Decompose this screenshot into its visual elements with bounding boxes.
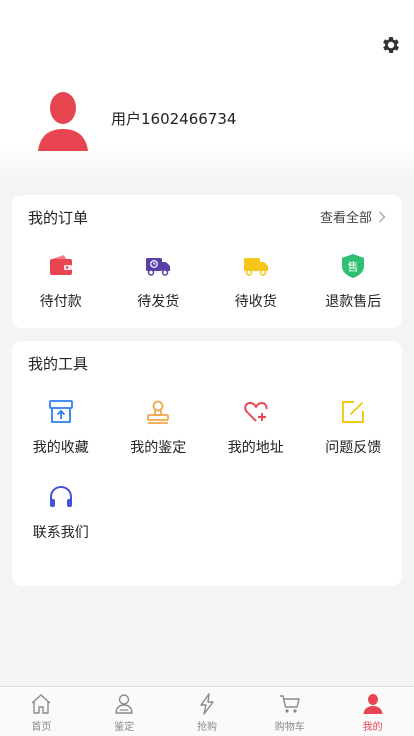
tools-grid-row: 我的收藏 我的鉴定 我的地址 问题反馈	[12, 399, 402, 457]
tab-flash-sale[interactable]: 抢购	[166, 687, 249, 736]
tools-grid-row: 联系我们	[12, 484, 402, 542]
tool-address[interactable]: 我的地址	[207, 399, 305, 457]
order-status-grid: 待付款 待发货 待收货 售 退款售后	[12, 253, 402, 311]
order-item-label: 待发货	[137, 294, 180, 310]
order-pending-payment[interactable]: 待付款	[12, 253, 110, 311]
tab-label: 购物车	[274, 722, 305, 733]
delivery-truck-icon	[146, 258, 171, 276]
gear-icon[interactable]	[380, 34, 402, 56]
my-tools-card: 我的工具 我的收藏 我的鉴定 我的地址 问题反馈 联系我们	[12, 341, 402, 586]
tool-item-label: 问题反馈	[325, 440, 382, 456]
avatar[interactable]	[38, 91, 88, 151]
order-item-label: 待付款	[39, 294, 82, 310]
tab-label: 我的	[362, 722, 383, 733]
chevron-right-icon	[379, 211, 386, 222]
view-all-label: 查看全部	[319, 211, 372, 226]
tab-label: 首页	[31, 722, 52, 733]
tools-title: 我的工具	[28, 355, 89, 373]
edit-feedback-icon	[342, 401, 365, 423]
tool-favorites[interactable]: 我的收藏	[12, 399, 110, 457]
favorites-box-icon	[48, 400, 73, 423]
home-icon	[31, 694, 51, 714]
order-pending-receipt[interactable]: 待收货	[207, 253, 305, 311]
tab-home[interactable]: 首页	[0, 687, 83, 736]
order-pending-shipment[interactable]: 待发货	[110, 253, 208, 311]
orders-title: 我的订单	[28, 209, 89, 227]
view-all-orders-link[interactable]: 查看全部	[320, 207, 386, 226]
lightning-icon	[200, 693, 214, 715]
shield-badge-text: 售	[348, 260, 359, 274]
username: 用户1602466734	[111, 110, 237, 128]
tool-feedback[interactable]: 问题反馈	[305, 399, 403, 457]
truck-icon	[243, 258, 268, 276]
tab-profile[interactable]: 我的	[331, 687, 414, 736]
order-item-label: 待收货	[234, 294, 277, 310]
tool-item-label: 我的收藏	[32, 440, 89, 456]
tab-label: 鉴定	[114, 722, 135, 733]
my-orders-card: 我的订单 查看全部 待付款 待发货 待收货 售 退款售后	[12, 195, 402, 328]
heart-plus-icon	[244, 402, 268, 422]
headphones-icon	[49, 485, 72, 507]
profile-header: 用户1602466734	[0, 0, 414, 180]
tool-appraisal[interactable]: 我的鉴定	[110, 399, 208, 457]
tool-item-label: 联系我们	[32, 525, 89, 541]
tab-cart[interactable]: 购物车	[248, 687, 331, 736]
profile-icon	[363, 694, 383, 714]
tool-item-label: 我的鉴定	[130, 440, 187, 456]
bottom-tab-bar: 首页 鉴定 抢购 购物车 我的	[0, 686, 414, 736]
tool-item-label: 我的地址	[227, 440, 284, 456]
appraisal-stamp-icon	[147, 400, 170, 424]
order-item-label: 退款售后	[325, 294, 382, 310]
tab-label: 抢购	[196, 722, 217, 733]
appraise-user-icon	[115, 694, 133, 714]
tab-appraise[interactable]: 鉴定	[83, 687, 166, 736]
tool-contact-us[interactable]: 联系我们	[12, 484, 110, 542]
order-refund-after-sales[interactable]: 售 退款售后	[305, 253, 403, 311]
wallet-icon	[49, 255, 72, 275]
cart-icon	[279, 695, 300, 713]
after-sales-shield-icon: 售	[342, 254, 365, 278]
